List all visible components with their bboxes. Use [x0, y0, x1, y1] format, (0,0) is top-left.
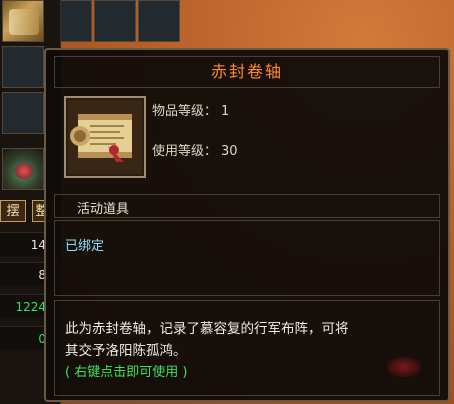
scroll-item-icon: [68, 100, 142, 174]
use-level-value: 30: [221, 144, 238, 159]
item-level-value: 1: [221, 104, 230, 119]
item-level-label: 物品等级：: [152, 104, 218, 119]
inventory-slot[interactable]: [94, 0, 136, 42]
inventory-slot-scroll[interactable]: [2, 0, 44, 42]
item-tooltip: 赤封卷轴 物品等级： 1 使用等级： 30 活动道具 已绑定 此为赤封卷轴，记录了慕…: [44, 48, 450, 402]
stall-button[interactable]: 摆: [0, 200, 26, 222]
inventory-slot[interactable]: [2, 46, 44, 88]
item-name: 赤封卷轴: [54, 56, 440, 88]
stat-value-money: 1224: [0, 294, 50, 318]
item-level-row: 物品等级： 1: [152, 100, 229, 119]
item-type: 活动道具: [77, 202, 130, 217]
inventory-slot[interactable]: [2, 92, 44, 134]
description-line: 此为赤封卷轴，记录了慕容复的行军布阵，可将: [65, 321, 349, 337]
item-type-section: 活动道具: [54, 194, 440, 218]
stat-value: 14: [0, 232, 50, 256]
pouch-item-icon: [15, 163, 33, 179]
seal-stamp-icon: [387, 357, 421, 377]
stat-value-bound-money: 0: [0, 326, 50, 350]
description-section: 此为赤封卷轴，记录了慕容复的行军布阵，可将 其交予洛阳陈孤鸿。 ( 右键点击即可…: [54, 300, 440, 396]
usage-hint: ( 右键点击即可使用 ): [65, 365, 188, 380]
stat-value: 8: [0, 262, 50, 286]
inventory-slot-pouch[interactable]: [2, 148, 44, 190]
item-icon-frame: [64, 96, 146, 178]
bind-section: 已绑定: [54, 220, 440, 296]
bind-status: 已绑定: [65, 239, 105, 254]
use-level-label: 使用等级：: [152, 144, 218, 159]
inventory-slot[interactable]: [138, 0, 180, 42]
scroll-item-icon: [9, 9, 39, 35]
use-level-row: 使用等级： 30: [152, 140, 238, 159]
description-line: 其交予洛阳陈孤鸿。: [65, 343, 187, 359]
